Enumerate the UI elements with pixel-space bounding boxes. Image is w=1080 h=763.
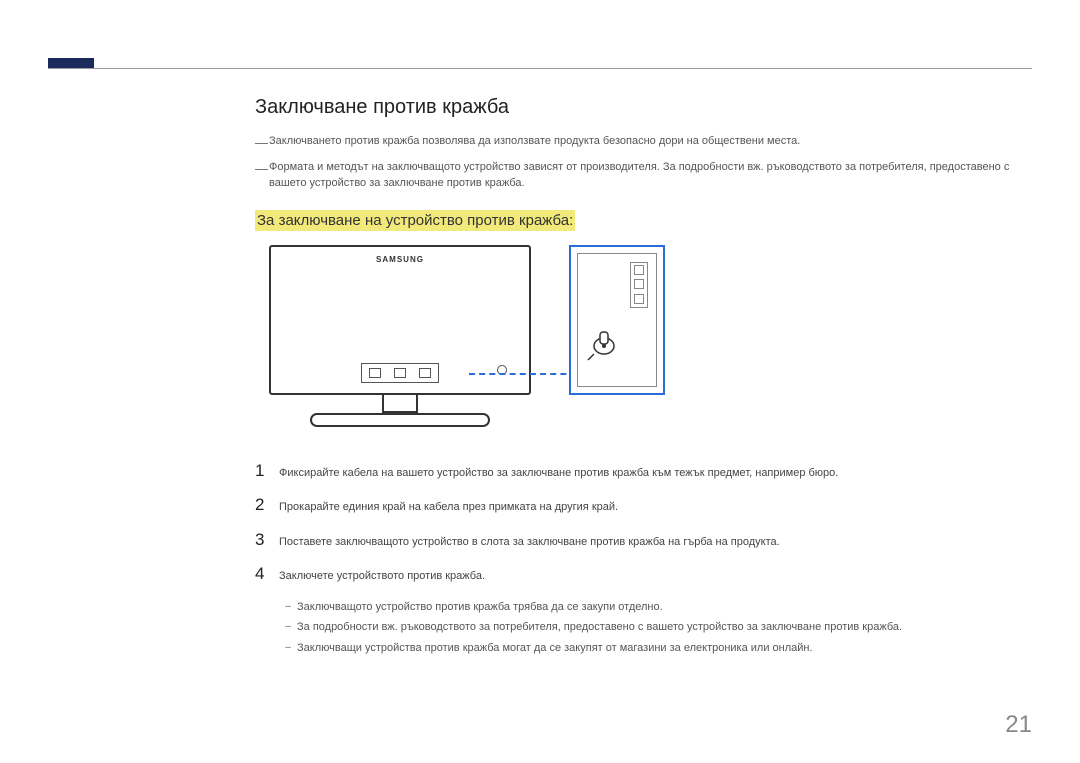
header-rule (48, 68, 1032, 69)
lock-detail-illustration (569, 245, 665, 395)
sub-notes: ‒ Заключващото устройство против кражба … (279, 599, 1035, 657)
dash-icon: ― (255, 159, 269, 179)
section-title: Заключване против кражба (255, 96, 1035, 119)
page: Заключване против кражба ― Заключването … (0, 0, 1080, 763)
brand-label: SAMSUNG (376, 255, 424, 264)
step-2: 2 Прокарайте единия край на кабела през … (255, 495, 1035, 516)
port-panel (361, 363, 439, 383)
detail-inner (577, 253, 657, 387)
sub-note-text: Заключващото устройство против кражба тр… (297, 599, 1035, 616)
step-1: 1 Фиксирайте кабела на вашето устройство… (255, 461, 1035, 482)
intro-note-2: ― Формата и методът на заключващото устр… (255, 159, 1035, 192)
intro-note-1: ― Заключването против кражба позволява д… (255, 133, 1035, 153)
intro-note-2-text: Формата и методът на заключващото устрой… (269, 159, 1035, 192)
header-tab-mark (48, 58, 94, 68)
figure-area: SAMSUNG (255, 245, 1035, 443)
step-text: Заключете устройството против кражба. (279, 564, 1035, 585)
dash-icon: ‒ (279, 619, 297, 634)
stand-neck (382, 395, 418, 413)
dash-icon: ‒ (279, 640, 297, 655)
port-icon (394, 368, 406, 378)
monitor-rear-illustration: SAMSUNG (255, 245, 545, 443)
stand-base (310, 413, 490, 427)
step-text: Прокарайте единия край на кабела през пр… (279, 495, 1035, 516)
port-icon (634, 279, 644, 289)
dash-icon: ‒ (279, 599, 297, 614)
sub-section-title: За заключване на устройство против кражб… (255, 210, 575, 231)
kensington-lock-icon (586, 326, 622, 362)
intro-note-1-text: Заключването против кражба позволява да … (269, 133, 1035, 150)
sub-note-3: ‒ Заключващи устройства против кражба мо… (279, 640, 1035, 657)
step-number: 4 (255, 564, 279, 584)
port-icon (634, 265, 644, 275)
step-4: 4 Заключете устройството против кражба. (255, 564, 1035, 585)
sub-note-text: За подробности вж. ръководството за потр… (297, 619, 1035, 636)
detail-port-strip (630, 262, 648, 308)
dash-icon: ― (255, 133, 269, 153)
steps-list: 1 Фиксирайте кабела на вашето устройство… (255, 461, 1035, 585)
step-number: 1 (255, 461, 279, 481)
port-icon (419, 368, 431, 378)
step-3: 3 Поставете заключващото устройство в сл… (255, 530, 1035, 551)
port-icon (369, 368, 381, 378)
sub-note-2: ‒ За подробности вж. ръководството за по… (279, 619, 1035, 636)
sub-note-text: Заключващи устройства против кражба мога… (297, 640, 1035, 657)
step-number: 2 (255, 495, 279, 515)
step-number: 3 (255, 530, 279, 550)
step-text: Фиксирайте кабела на вашето устройство з… (279, 461, 1035, 482)
page-number: 21 (1005, 711, 1032, 739)
sub-note-1: ‒ Заключващото устройство против кражба … (279, 599, 1035, 616)
port-icon (634, 294, 644, 304)
step-text: Поставете заключващото устройство в слот… (279, 530, 1035, 551)
content-area: Заключване против кражба ― Заключването … (255, 96, 1035, 660)
